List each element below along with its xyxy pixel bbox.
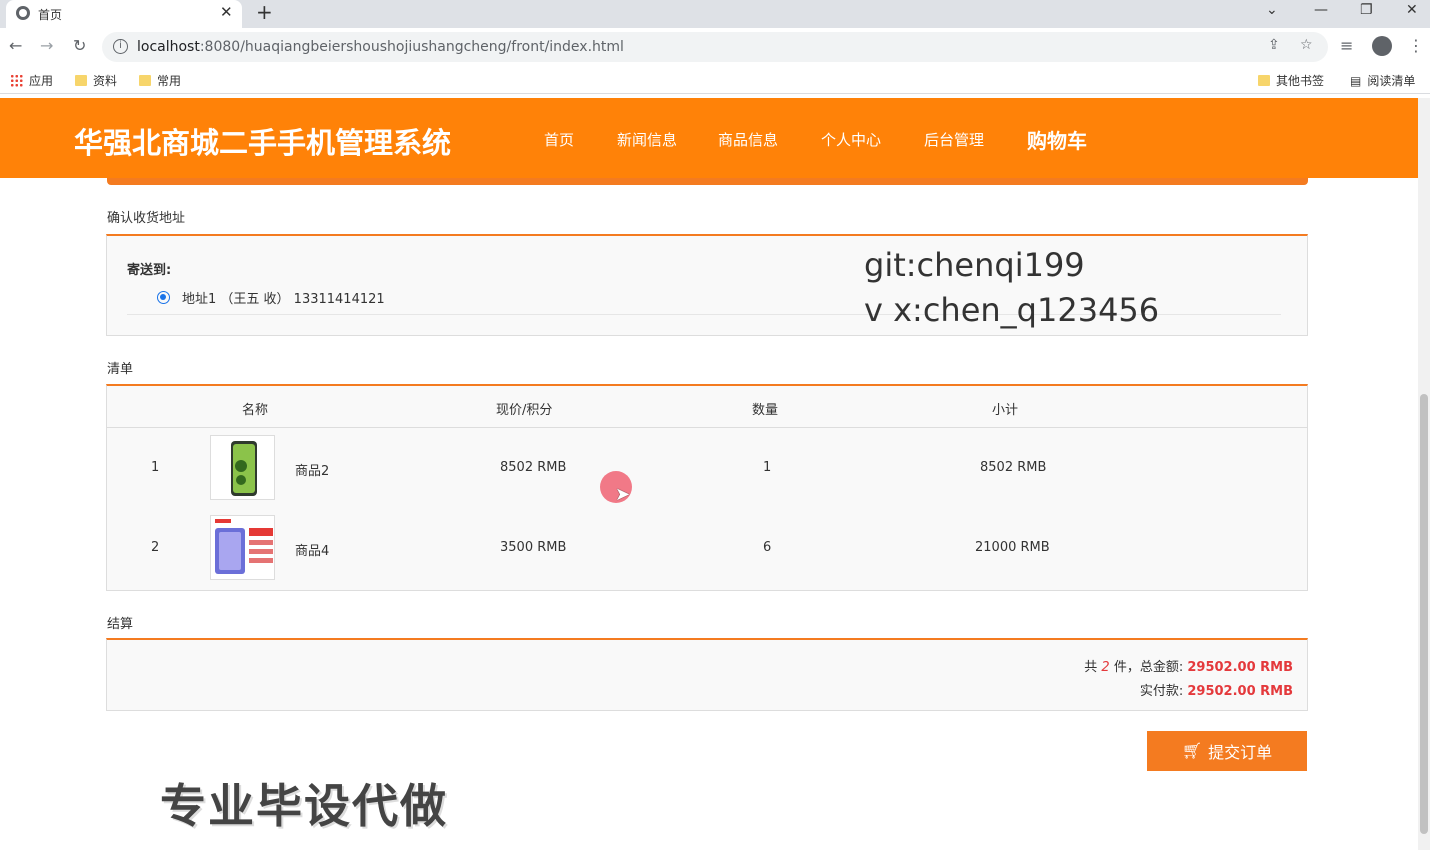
col-price: 现价/积分 (496, 403, 553, 418)
product-price: 3500 RMB (500, 540, 567, 555)
tab-title: 首页 (38, 8, 63, 22)
cart-icon: 🛒︎ (1181, 743, 1203, 760)
ship-to-label: 寄送到: (127, 263, 172, 278)
total-line: 共 2 件，总金额: 29502.00 RMB (1084, 656, 1293, 675)
window-close-icon[interactable]: ✕ (1406, 2, 1418, 18)
col-qty: 数量 (752, 403, 779, 418)
bookmark-label: 常用 (157, 74, 182, 88)
section-list-title: 清单 (107, 362, 134, 377)
product-subtotal: 21000 RMB (975, 540, 1050, 555)
row-index: 1 (151, 460, 160, 475)
col-subtotal: 小计 (992, 403, 1019, 418)
settle-panel: 共 2 件，总金额: 29502.00 RMB 实付款: 29502.00 RM… (106, 638, 1308, 711)
address-bar-row: ← → ↻ i localhost:8080/huaqiangbeiershou… (0, 28, 1430, 64)
browser-tabbar: 首页 ✕ + ⌄ — ❐ ✕ (0, 0, 1430, 28)
product-qty: 6 (763, 540, 772, 555)
reading-list-icon[interactable]: ≡ (1340, 36, 1353, 55)
promo-overlay-text: 专业毕设代做 (160, 779, 448, 833)
bookmark-label: 资料 (93, 74, 118, 88)
site-logo[interactable]: 华强北商城二手手机管理系统 (74, 120, 451, 162)
paid-line: 实付款: 29502.00 RMB (1140, 680, 1293, 699)
header-underline (107, 178, 1308, 185)
bookmark-label: 应用 (29, 74, 54, 88)
menu-kebab-icon[interactable]: ⋮ (1408, 36, 1424, 55)
table-row: 1 商品2 8502 RMB 1 8502 RMB (107, 428, 1307, 508)
url-input[interactable]: i localhost:8080/huaqiangbeiershoushojiu… (102, 32, 1328, 62)
site-info-icon[interactable]: i (113, 39, 128, 54)
section-address-title: 确认收货地址 (107, 211, 186, 226)
table-row: 2 商品4 3500 RMB 6 21000 RMB (107, 508, 1307, 588)
product-image[interactable] (210, 515, 275, 580)
submit-order-button[interactable]: 🛒︎ 提交订单 (1147, 731, 1307, 771)
tab-close-icon[interactable]: ✕ (220, 3, 233, 21)
url-host: localhost (137, 39, 200, 55)
product-price: 8502 RMB (500, 460, 567, 475)
forward-icon[interactable]: → (40, 36, 53, 55)
nav-news[interactable]: 新闻信息 (617, 129, 677, 150)
bookmark-folder-changyong[interactable]: 常用 (139, 72, 181, 89)
total-amount: 29502.00 RMB (1187, 660, 1293, 675)
reading-list[interactable]: ▤ 阅读清单 (1350, 72, 1415, 89)
back-icon[interactable]: ← (9, 36, 22, 55)
browser-tab[interactable]: 首页 ✕ (6, 0, 242, 28)
order-list-table: 名称 现价/积分 数量 小计 1 商品2 8502 RMB 1 8502 RMB… (106, 384, 1308, 591)
nav-products[interactable]: 商品信息 (718, 129, 778, 150)
mouse-cursor-icon: ➤ (615, 484, 631, 505)
nav-cart[interactable]: 购物车 (1027, 125, 1087, 154)
watermark-line-2: v x:chen_q123456 (864, 291, 1160, 329)
page-scrollbar[interactable] (1418, 98, 1430, 850)
product-qty: 1 (763, 460, 772, 475)
bookmark-star-icon[interactable]: ☆ (1300, 37, 1313, 53)
paid-label: 实付款: (1139, 684, 1184, 699)
submit-order-label: 提交订单 (1208, 745, 1273, 762)
folder-icon (139, 75, 151, 86)
folder-icon (75, 75, 87, 86)
globe-icon (16, 6, 30, 20)
row-index: 2 (151, 540, 160, 555)
nav-profile[interactable]: 个人中心 (821, 129, 881, 150)
site-header: 华强北商城二手手机管理系统 首页 新闻信息 商品信息 个人中心 后台管理 购物车 (0, 98, 1418, 178)
url-path: :8080/huaqiangbeiershoushojiushangcheng/… (199, 39, 624, 55)
nav-home[interactable]: 首页 (544, 129, 574, 150)
col-name: 名称 (242, 403, 269, 418)
tab-search-icon[interactable]: ⌄ (1266, 2, 1278, 18)
bookmark-apps[interactable]: 应用 (10, 72, 53, 89)
item-count: 2 (1101, 660, 1110, 675)
section-settle-title: 结算 (107, 617, 134, 632)
reload-icon[interactable]: ↻ (73, 36, 86, 55)
address-text: 地址1 （王五 收） 13311414121 (182, 292, 385, 307)
bookmark-folder-ziliao[interactable]: 资料 (75, 72, 117, 89)
bookmark-other[interactable]: 其他书签 (1258, 72, 1324, 89)
reading-list-icon: ▤ (1350, 73, 1362, 88)
product-subtotal: 8502 RMB (980, 460, 1047, 475)
address-radio[interactable] (157, 291, 170, 304)
product-image[interactable] (210, 435, 275, 500)
url-text: localhost:8080/huaqiangbeiershoushojiush… (137, 39, 624, 55)
address-option[interactable]: 地址1 （王五 收） 13311414121 (157, 288, 385, 307)
profile-avatar-icon[interactable] (1372, 36, 1392, 56)
minimize-icon[interactable]: — (1314, 2, 1328, 18)
table-header: 名称 现价/积分 数量 小计 (107, 386, 1307, 428)
product-name[interactable]: 商品2 (295, 460, 329, 479)
watermark-line-1: git:chenqi199 (864, 246, 1085, 284)
scrollbar-thumb[interactable] (1420, 394, 1428, 834)
restore-icon[interactable]: ❐ (1360, 2, 1373, 18)
folder-icon (1258, 75, 1270, 86)
count-suffix: 件，总金额: (1113, 660, 1184, 675)
apps-grid-icon (10, 74, 23, 87)
bookmark-label: 其他书签 (1276, 74, 1325, 88)
bookmarks-bar: 应用 资料 常用 其他书签 ▤ 阅读清单 (0, 64, 1430, 94)
share-icon[interactable]: ⇪ (1268, 37, 1280, 53)
new-tab-icon[interactable]: + (256, 0, 273, 24)
paid-amount: 29502.00 RMB (1187, 684, 1293, 699)
bookmark-label: 阅读清单 (1367, 74, 1416, 88)
product-name[interactable]: 商品4 (295, 540, 329, 559)
nav-admin[interactable]: 后台管理 (924, 129, 984, 150)
count-prefix: 共 (1084, 660, 1098, 675)
